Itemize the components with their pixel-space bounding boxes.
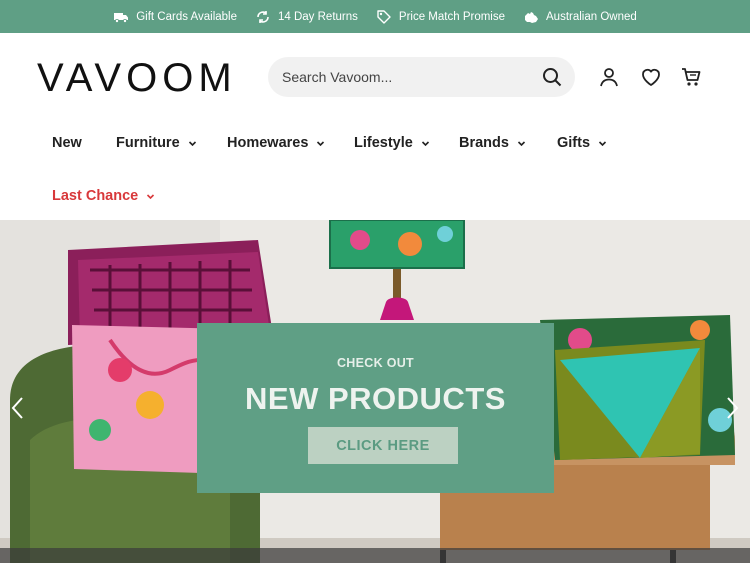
price-tag-icon	[377, 9, 391, 24]
chevron-down-icon	[317, 140, 325, 146]
nav-item-label: Lifestyle	[354, 135, 413, 151]
chevron-right-icon	[727, 397, 739, 419]
nav-item-lifestyle[interactable]: Lifestyle	[354, 135, 430, 151]
truck-icon	[114, 12, 129, 23]
announcement-australian-owned[interactable]: Australian Owned	[523, 9, 637, 25]
search-bar[interactable]	[268, 57, 575, 97]
chevron-down-icon	[188, 140, 196, 146]
chevron-left-icon	[11, 397, 23, 419]
australia-icon	[525, 11, 538, 23]
promo-overlay: CHECK OUT NEW PRODUCTS CLICK HERE	[197, 323, 554, 493]
announcement-gift-cards[interactable]: Gift Cards Available	[113, 9, 237, 25]
nav-item-label: New	[52, 135, 82, 151]
search-input[interactable]	[282, 69, 541, 85]
chevron-down-icon	[517, 140, 526, 146]
nav-item-label: Brands	[459, 135, 509, 151]
announcement-label: Gift Cards Available	[136, 10, 237, 23]
announcement-bar: Gift Cards Available 14 Day Returns Pric…	[0, 0, 750, 33]
hero-slideshow[interactable]: CHECK OUT NEW PRODUCTS CLICK HERE	[0, 220, 750, 563]
nav-item-label: Furniture	[116, 135, 180, 151]
account-icon[interactable]	[598, 66, 620, 88]
announcement-label: 14 Day Returns	[278, 10, 358, 23]
returns-icon	[257, 10, 269, 23]
search-icon[interactable]	[541, 66, 563, 88]
slideshow-next-button[interactable]	[724, 395, 740, 421]
chevron-down-icon	[598, 140, 607, 146]
promo-eyebrow: CHECK OUT	[336, 356, 414, 370]
logo[interactable]: VAVOOM	[37, 55, 247, 99]
chevron-down-icon	[421, 140, 429, 146]
click-here-button[interactable]: CLICK HERE	[308, 427, 458, 464]
announcement-price-match[interactable]: Price Match Promise	[376, 9, 505, 25]
nav-item-brands[interactable]: Brands	[459, 135, 526, 151]
nav-item-label: Gifts	[557, 135, 591, 151]
announcement-returns[interactable]: 14 Day Returns	[255, 9, 358, 25]
announcement-label: Price Match Promise	[398, 10, 505, 23]
nav-item-label: Homewares	[227, 135, 309, 151]
announcement-label: Australian Owned	[546, 10, 637, 23]
logo-text: VAVOOM	[37, 56, 237, 99]
nav-item-furniture[interactable]: Furniture	[116, 135, 197, 151]
nav-item-gifts[interactable]: Gifts	[557, 135, 607, 151]
cart-icon[interactable]	[680, 66, 702, 88]
nav-item-new[interactable]: New	[52, 135, 82, 151]
nav-item-homewares[interactable]: Homewares	[227, 135, 325, 151]
nav-item-label: Last Chance	[52, 188, 139, 204]
wishlist-heart-icon[interactable]	[640, 66, 662, 88]
promo-headline: NEW PRODUCTS	[245, 381, 506, 416]
chevron-down-icon	[147, 193, 155, 199]
slideshow-prev-button[interactable]	[10, 395, 26, 421]
nav-item-last-chance[interactable]: Last Chance	[52, 188, 155, 204]
